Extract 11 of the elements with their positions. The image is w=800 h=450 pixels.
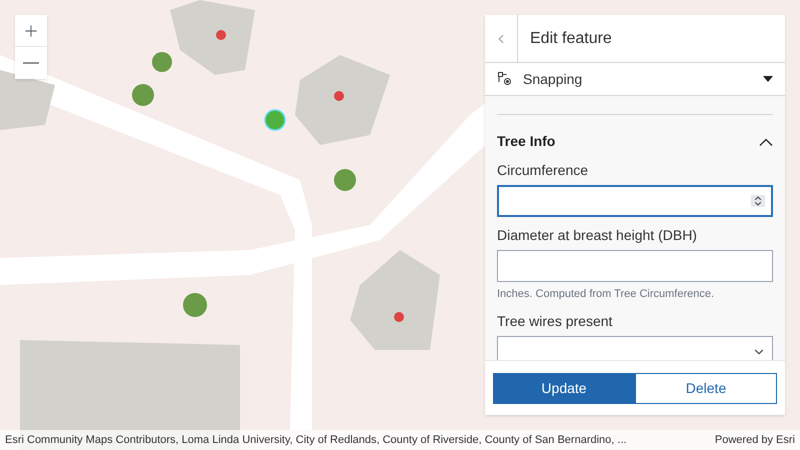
snapping-dropdown[interactable]: Snapping bbox=[485, 63, 785, 96]
field-label: Circumference bbox=[497, 161, 590, 180]
field-label: Diameter at breast height (DBH) bbox=[497, 226, 698, 245]
panel-title: Edit feature bbox=[530, 28, 612, 48]
powered-by-link[interactable]: Powered by Esri bbox=[714, 432, 795, 448]
attribution-text: Esri Community Maps Contributors, Loma Linda University, City of Redlands, County of Riverside, County of San Bernardino, ... bbox=[5, 432, 627, 448]
field-hint: Inches. Computed from Tree Circumference. bbox=[497, 287, 716, 302]
field-label: Tree wires present bbox=[497, 312, 614, 331]
section-header[interactable]: Tree Info bbox=[497, 131, 773, 152]
delete-button[interactable]: Delete bbox=[635, 372, 777, 404]
update-button[interactable]: Update bbox=[493, 372, 635, 404]
